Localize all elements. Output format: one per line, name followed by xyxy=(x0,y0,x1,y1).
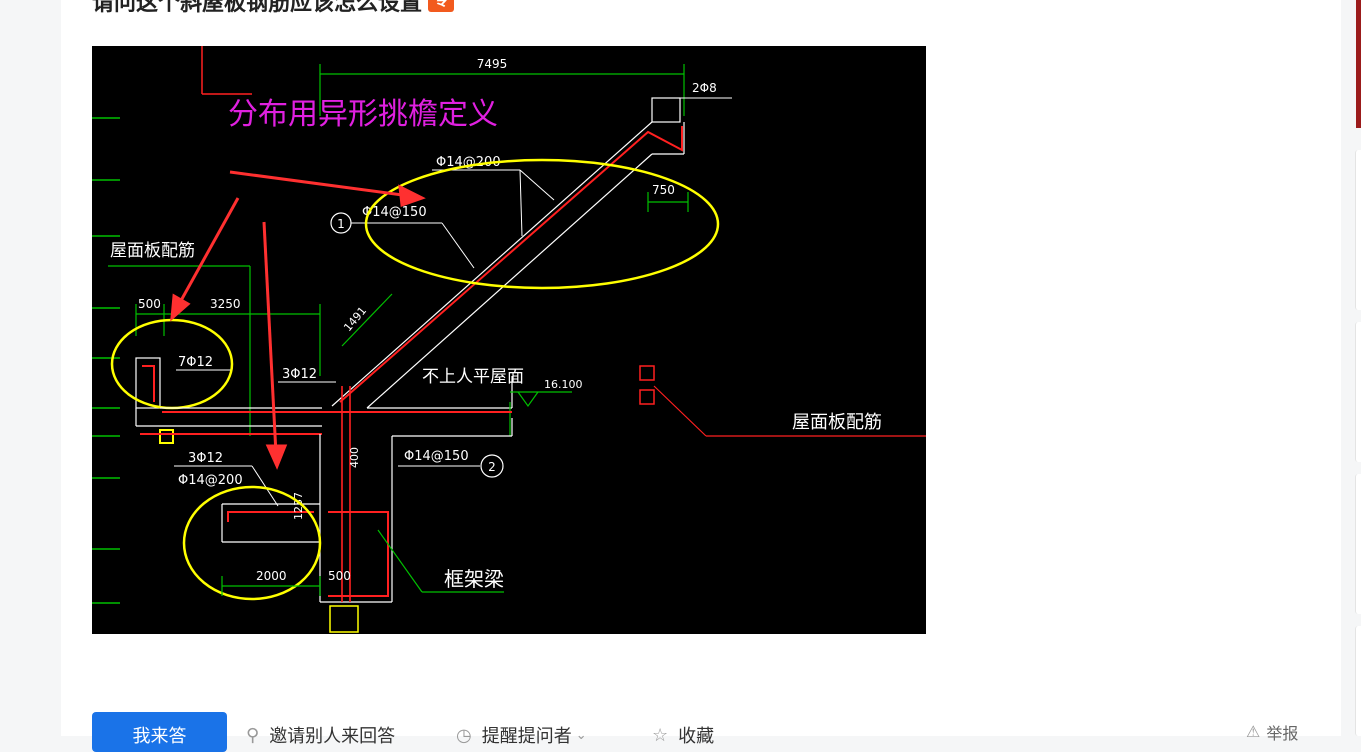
roof-label-right: 屋面板配筋 xyxy=(792,412,882,433)
label-phi14-150-low: Φ14@150 xyxy=(404,449,469,464)
collect-label: 收藏 xyxy=(678,726,715,746)
annotation-title: 分布用异形挑檐定义 xyxy=(228,97,498,132)
expert-badge: 专 xyxy=(428,0,455,12)
side-ad-strip xyxy=(1356,0,1361,128)
label-3phi12-low: 3Φ12 xyxy=(188,451,223,466)
dim-3250: 3250 xyxy=(210,297,241,311)
side-tab-3[interactable] xyxy=(1355,474,1361,614)
circle-1-text: 1 xyxy=(337,217,345,231)
question-image[interactable]: 7495 2Φ8 分布用异形挑檐定义 Φ14@200 1 Φ14@150 750… xyxy=(92,46,926,634)
highlight-ellipse-left xyxy=(110,318,234,410)
question-title: 请问这个斜屋板钢筋应该怎么设置 专 xyxy=(92,0,455,16)
warning-icon: ⚠ xyxy=(1246,724,1261,741)
report-button[interactable]: ⚠ 举报 xyxy=(1246,720,1298,744)
label-7phi12: 7Φ12 xyxy=(178,355,213,370)
clock-icon: ◷ xyxy=(456,724,472,745)
circle-2-text: 2 xyxy=(488,460,496,474)
dim-1491: 1491 xyxy=(341,304,369,334)
flat-roof-label: 不上人平屋面 xyxy=(422,367,524,387)
label-phi14-200-low: Φ14@200 xyxy=(178,473,243,488)
roof-label-left: 屋面板配筋 xyxy=(110,241,195,261)
star-icon: ☆ xyxy=(652,724,669,745)
frame-beam-label: 框架梁 xyxy=(444,567,504,591)
remind-asker-button[interactable]: ◷ 提醒提问者 ⌄ xyxy=(456,722,587,748)
label-3phi12-mid: 3Φ12 xyxy=(282,367,317,382)
dim-500-left: 500 xyxy=(138,297,161,311)
cad-drawing: 7495 2Φ8 分布用异形挑檐定义 Φ14@200 1 Φ14@150 750… xyxy=(92,46,926,633)
invite-answer-label: 邀请别人来回答 xyxy=(269,726,396,746)
dim-400: 400 xyxy=(348,447,361,468)
dim-750: 750 xyxy=(652,183,675,197)
answer-button[interactable]: 我来答 xyxy=(92,712,227,752)
side-tab-4[interactable] xyxy=(1355,626,1361,736)
question-title-text: 请问这个斜屋板钢筋应该怎么设置 xyxy=(92,0,423,15)
side-tab-2[interactable] xyxy=(1355,322,1361,462)
chevron-down-icon: ⌄ xyxy=(575,727,587,742)
remind-asker-label: 提醒提问者 xyxy=(481,726,572,746)
invite-answer-button[interactable]: ⚲ 邀请别人来回答 xyxy=(246,722,395,748)
elevation-label: 16.100 xyxy=(544,378,583,391)
label-2phi8: 2Φ8 xyxy=(692,81,717,95)
person-icon: ⚲ xyxy=(246,724,260,745)
report-label: 举报 xyxy=(1266,726,1299,743)
side-tab-1[interactable] xyxy=(1355,150,1361,310)
collect-button[interactable]: ☆ 收藏 xyxy=(652,722,714,748)
dim-500-bottom: 500 xyxy=(328,569,351,583)
action-bar: 我来答 ⚲ 邀请别人来回答 ◷ 提醒提问者 ⌄ ☆ 收藏 xyxy=(92,712,1361,752)
dim-2000: 2000 xyxy=(256,569,287,583)
dim-7495: 7495 xyxy=(477,57,508,71)
